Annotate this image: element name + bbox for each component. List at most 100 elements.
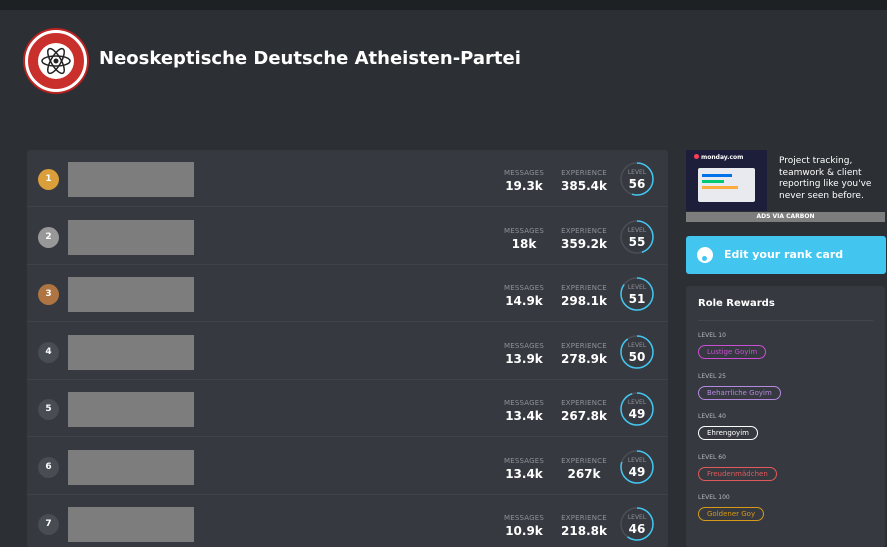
user-redacted[interactable] [68, 392, 194, 427]
laptop-icon [698, 168, 755, 202]
ad-footer[interactable]: ADS VIA CARBON [686, 212, 885, 222]
leaderboard-row[interactable]: 6 MESSAGES 13.4k EXPERIENCE 267k LEVEL 4… [27, 438, 668, 495]
rank-badge: 2 [38, 226, 59, 248]
experience-value: 298.1k [561, 294, 607, 308]
experience-value: 267k [567, 466, 601, 481]
leaderboard-row[interactable]: 1 MESSAGES 19.3k EXPERIENCE 385.4k LEVEL… [27, 150, 668, 207]
role-rewards-title: Role Rewards [698, 298, 775, 309]
experience-stat: EXPERIENCE 218.8k [554, 514, 614, 538]
experience-label: EXPERIENCE [561, 284, 607, 292]
level-value: 49 [628, 407, 646, 421]
messages-stat: MESSAGES 19.3k [499, 169, 549, 193]
ad-text[interactable]: Project tracking, teamwork & client repo… [779, 156, 879, 202]
messages-value: 18k [511, 236, 537, 251]
role-reward-item: LEVEL 10 Lustige Goyim [698, 332, 767, 359]
experience-stat: EXPERIENCE 278.9k [554, 342, 614, 366]
messages-value: 14.9k [505, 294, 543, 308]
messages-stat: MESSAGES 18k [499, 227, 549, 251]
messages-value: 13.9k [505, 351, 543, 366]
messages-stat: MESSAGES 13.4k [499, 457, 549, 481]
level-label: LEVEL [627, 341, 647, 349]
atom-icon [38, 43, 74, 79]
divider [698, 320, 873, 321]
leaderboard: 1 MESSAGES 19.3k EXPERIENCE 385.4k LEVEL… [27, 150, 668, 547]
experience-stat: EXPERIENCE 267k [554, 457, 614, 481]
experience-value: 278.9k [561, 351, 607, 366]
edit-rank-card-button[interactable]: Edit your rank card [686, 236, 886, 274]
experience-value: 267.8k [561, 409, 607, 423]
experience-stat: EXPERIENCE 359.2k [554, 227, 614, 251]
ad-image[interactable]: monday.com [686, 150, 767, 211]
messages-value: 10.9k [505, 524, 543, 538]
messages-label: MESSAGES [503, 169, 545, 177]
level-label: LEVEL [627, 226, 647, 234]
rank-badge: 5 [38, 399, 59, 420]
experience-label: EXPERIENCE [561, 456, 607, 465]
leaderboard-row[interactable]: 4 MESSAGES 13.9k EXPERIENCE 278.9k LEVEL… [27, 323, 668, 380]
level-value: 55 [628, 234, 646, 249]
level-value: 49 [628, 464, 646, 479]
user-redacted[interactable] [68, 449, 194, 485]
user-redacted[interactable] [68, 219, 194, 255]
level-ring: LEVEL 56 [619, 161, 655, 197]
reward-level: LEVEL 60 [698, 453, 726, 461]
level-label: LEVEL [627, 456, 647, 464]
experience-stat: EXPERIENCE 385.4k [554, 169, 614, 193]
level-value: 56 [628, 177, 646, 191]
edit-rank-card-label: Edit your rank card [724, 248, 844, 261]
leaderboard-row[interactable]: 5 MESSAGES 13.4k EXPERIENCE 267.8k LEVEL… [27, 380, 668, 437]
page-header: Neoskeptische Deutsche Atheisten-Partei [0, 0, 887, 135]
level-ring: LEVEL 49 [619, 391, 655, 427]
reward-level: LEVEL 100 [698, 494, 730, 501]
user-redacted[interactable] [68, 334, 194, 370]
level-label: LEVEL [627, 169, 647, 176]
leaderboard-row[interactable]: 3 MESSAGES 14.9k EXPERIENCE 298.1k LEVEL… [27, 265, 668, 322]
role-pill: Lustige Goyim [698, 345, 767, 359]
user-redacted[interactable] [68, 507, 194, 542]
level-value: 50 [628, 349, 646, 364]
user-redacted[interactable] [68, 277, 194, 312]
user-redacted[interactable] [68, 162, 194, 197]
messages-label: MESSAGES [503, 284, 545, 292]
messages-stat: MESSAGES 13.4k [499, 399, 549, 423]
messages-stat: MESSAGES 10.9k [499, 514, 549, 538]
reward-level: LEVEL 25 [698, 372, 726, 380]
experience-label: EXPERIENCE [561, 226, 607, 235]
experience-label: EXPERIENCE [561, 399, 607, 407]
rank-badge: 7 [38, 514, 59, 535]
guild-name: Neoskeptische Deutsche Atheisten-Partei [99, 48, 521, 69]
level-label: LEVEL [627, 284, 647, 291]
messages-label: MESSAGES [503, 341, 545, 350]
experience-label: EXPERIENCE [561, 341, 607, 350]
palette-icon [697, 247, 713, 263]
leaderboard-row[interactable]: 7 MESSAGES 10.9k EXPERIENCE 218.8k LEVEL… [27, 495, 668, 547]
experience-label: EXPERIENCE [561, 169, 607, 177]
rank-badge: 1 [38, 169, 59, 190]
level-value: 51 [628, 292, 646, 306]
ad-brand: monday.com [694, 154, 743, 161]
experience-value: 385.4k [561, 179, 607, 193]
rank-badge: 3 [38, 284, 59, 305]
role-reward-item: LEVEL 40 Ehrengoyim [698, 413, 758, 440]
messages-stat: MESSAGES 13.9k [499, 342, 549, 366]
level-ring: LEVEL 51 [619, 276, 655, 312]
experience-label: EXPERIENCE [561, 514, 607, 522]
rank-badge: 4 [38, 341, 59, 363]
experience-value: 218.8k [561, 524, 607, 538]
carbon-ad[interactable]: monday.com Project tracking, teamwork & … [686, 150, 885, 222]
role-pill: Goldener Goy [698, 507, 765, 521]
level-ring: LEVEL 46 [619, 506, 655, 542]
messages-label: MESSAGES [503, 399, 545, 407]
messages-value: 13.4k [505, 409, 543, 423]
role-reward-item: LEVEL 25 Beharrliche Goyim [698, 373, 781, 400]
role-rewards-panel: Role Rewards LEVEL 10 Lustige Goyim LEVE… [686, 286, 885, 547]
level-value: 46 [628, 522, 646, 536]
reward-level: LEVEL 40 [698, 413, 726, 420]
reward-level: LEVEL 10 [698, 332, 726, 339]
leaderboard-row[interactable]: 2 MESSAGES 18k EXPERIENCE 359.2k LEVEL 5… [27, 208, 668, 265]
role-pill: Beharrliche Goyim [698, 385, 781, 400]
rank-badge: 6 [38, 456, 59, 478]
messages-stat: MESSAGES 14.9k [499, 284, 549, 308]
level-ring: LEVEL 55 [619, 219, 655, 255]
role-pill: Freudenmädchen [698, 466, 777, 481]
